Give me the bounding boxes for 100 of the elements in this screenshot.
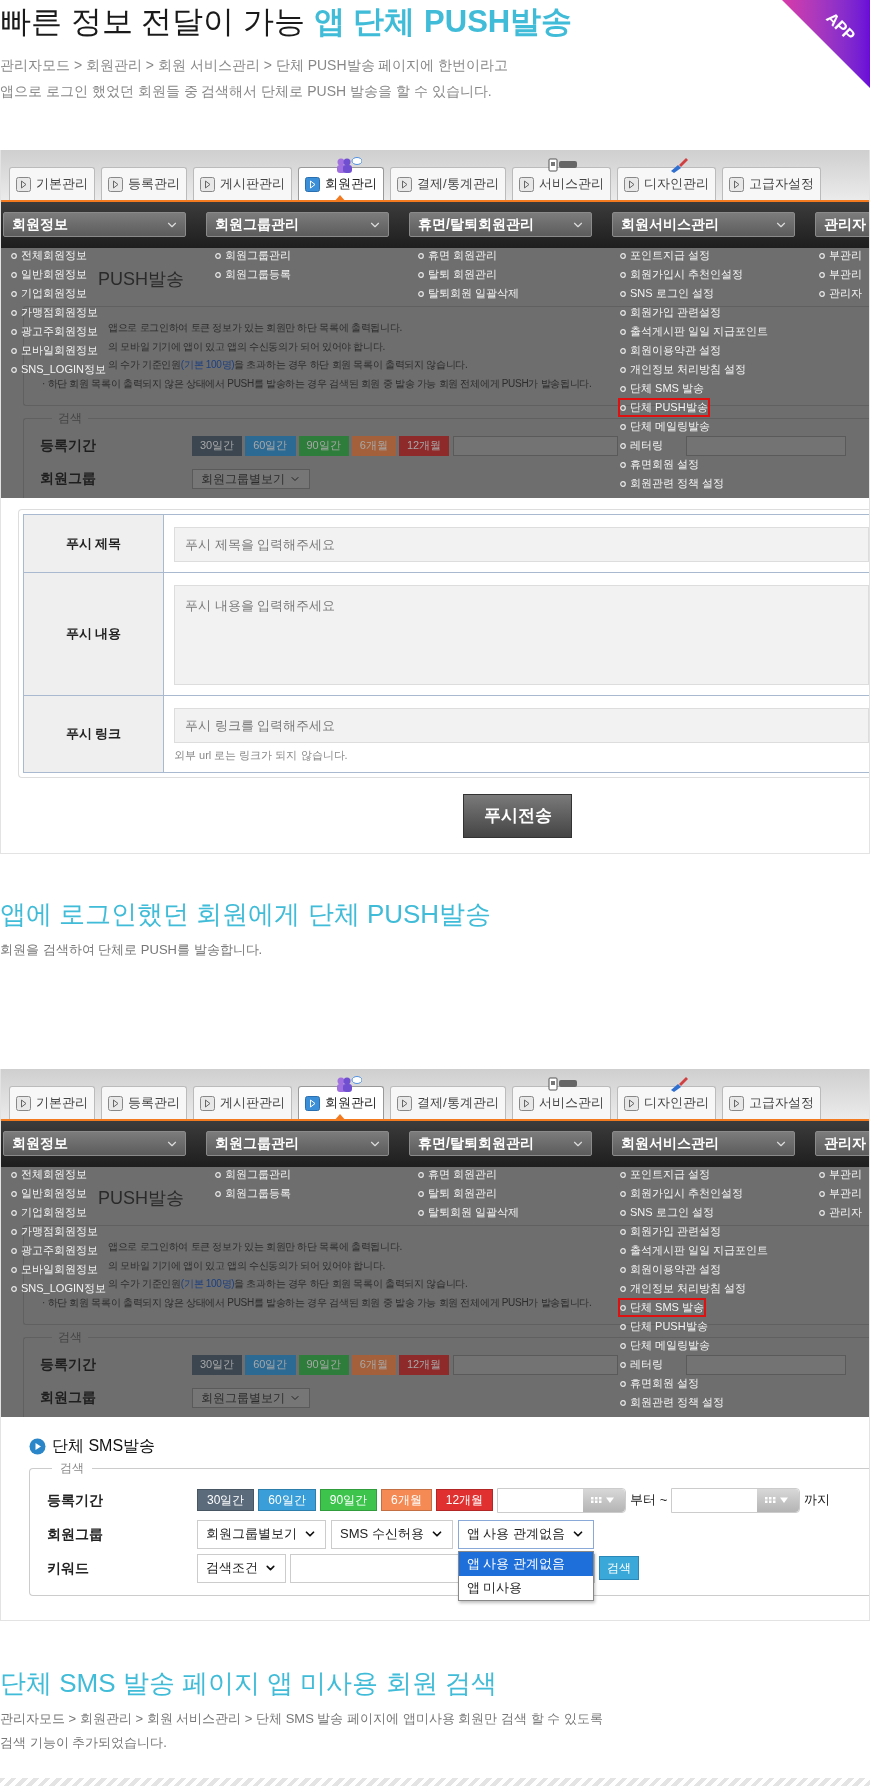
menu-item[interactable]: 기업회원정보	[9, 284, 89, 303]
menu-item[interactable]: 단체 메일링발송	[618, 417, 713, 436]
send-button[interactable]: 푸시전송	[463, 794, 572, 838]
group-select[interactable]: 회원그룹별보기	[192, 1387, 310, 1408]
calendar-button[interactable]	[583, 1488, 626, 1512]
tab[interactable]: 디자인관리	[616, 167, 716, 200]
tab[interactable]: 등록관리	[101, 1086, 187, 1119]
menu-item[interactable]: 회원그룹관리	[213, 246, 293, 265]
menu-item[interactable]: 회원가입 관련설정	[618, 1222, 724, 1241]
menu-item[interactable]: 탈퇴 회원관리	[416, 265, 500, 284]
menu-item[interactable]: 휴면 회원관리	[416, 1165, 500, 1184]
date-field[interactable]	[686, 1354, 847, 1375]
menu-item[interactable]: 회원그룹등록	[213, 265, 293, 284]
menu-item[interactable]: 회원가입시 추천인설정	[618, 1184, 746, 1203]
menu-item[interactable]: 가맹점회원정보	[9, 1222, 100, 1241]
input-field[interactable]: 푸시 제목을 입력해주세요	[174, 527, 869, 562]
period-button[interactable]: 12개월	[398, 435, 450, 456]
menu-item[interactable]: 회원가입시 추천인설정	[618, 265, 746, 284]
menu-item[interactable]: 레터링	[618, 1355, 665, 1374]
group-select[interactable]: 회원그룹별보기	[192, 468, 310, 489]
search-button[interactable]: 검색	[599, 1556, 639, 1580]
tab[interactable]: 회원관리	[298, 1086, 384, 1119]
menu-header[interactable]: 회원그룹관리	[206, 1131, 389, 1156]
tab[interactable]: 회원관리	[298, 167, 384, 200]
menu-item[interactable]: 레터링	[618, 436, 665, 455]
menu-item[interactable]: 회원그룹등록	[213, 1184, 293, 1203]
dropdown-option[interactable]: 앱 미사용	[458, 1575, 594, 1600]
tab[interactable]: 게시판관리	[193, 1086, 292, 1119]
menu-item[interactable]: 포인트지급 설정	[618, 1165, 713, 1184]
period-button[interactable]: 30일간	[192, 1354, 243, 1375]
period-button[interactable]: 60일간	[245, 1354, 296, 1375]
menu-item[interactable]: 부관리	[817, 1165, 864, 1184]
period-button[interactable]: 60일간	[245, 435, 296, 456]
menu-item[interactable]: 휴면회원 설정	[618, 1374, 702, 1393]
menu-item[interactable]: 전체회원정보	[9, 1165, 89, 1184]
menu-header[interactable]: 휴면/탈퇴회원관리	[409, 212, 592, 237]
menu-item[interactable]: 회원관련 정책 설정	[618, 474, 727, 493]
tab[interactable]: 기본관리	[9, 167, 95, 200]
menu-item[interactable]: 관리자	[817, 1203, 864, 1222]
menu-item[interactable]: 단체 PUSH발송	[618, 398, 710, 417]
menu-item[interactable]: 단체 PUSH발송	[618, 1317, 710, 1336]
menu-item[interactable]: 부관리	[817, 1184, 864, 1203]
menu-header[interactable]: 회원정보	[3, 1131, 186, 1156]
menu-item[interactable]: 단체 SMS 발송	[618, 1298, 706, 1317]
menu-item[interactable]: 회원가입 관련설정	[618, 303, 724, 322]
menu-item[interactable]: 회원그룹관리	[213, 1165, 293, 1184]
menu-item[interactable]: 모바일회원정보	[9, 341, 100, 360]
period-button[interactable]: 30일간	[192, 435, 243, 456]
date-field[interactable]	[453, 1354, 619, 1375]
menu-header[interactable]: 회원그룹관리	[206, 212, 389, 237]
date-field[interactable]	[453, 435, 619, 456]
menu-item[interactable]: 일반회원정보	[9, 265, 89, 284]
menu-header[interactable]: 회원정보	[3, 212, 186, 237]
menu-item[interactable]: SNS_LOGIN정보	[9, 360, 108, 379]
tab[interactable]: 등록관리	[101, 167, 187, 200]
menu-item[interactable]: SNS_LOGIN정보	[9, 1279, 108, 1298]
tab[interactable]: 고급자설정	[721, 1086, 821, 1119]
tab[interactable]: 기본관리	[9, 1086, 95, 1119]
menu-item[interactable]: 회원관련 정책 설정	[618, 1393, 727, 1412]
calendar-button[interactable]	[757, 1488, 800, 1512]
period-button[interactable]: 12개월	[435, 1489, 494, 1511]
content-field[interactable]: 푸시 내용을 입력해주세요	[174, 585, 869, 685]
menu-item[interactable]: 광고주회원정보	[9, 1241, 100, 1260]
menu-item[interactable]: 탈퇴회원 일괄삭제	[416, 1203, 522, 1222]
menu-item[interactable]: 전체회원정보	[9, 246, 89, 265]
menu-item[interactable]: 일반회원정보	[9, 1184, 89, 1203]
menu-item[interactable]: 출석게시판 일일 지급포인트	[618, 322, 771, 341]
tab[interactable]: 서비스관리	[511, 1086, 611, 1119]
menu-item[interactable]: 단체 메일링발송	[618, 1336, 713, 1355]
tab[interactable]: 결제/통계관리	[390, 167, 506, 200]
menu-item[interactable]: 부관리	[817, 246, 864, 265]
menu-item[interactable]: 관리자	[817, 284, 864, 303]
select-field[interactable]: 검색조건	[197, 1553, 286, 1583]
menu-header[interactable]: 휴면/탈퇴회원관리	[409, 1131, 592, 1156]
menu-item[interactable]: 회원이용약관 설정	[618, 341, 724, 360]
date-field[interactable]	[686, 435, 847, 456]
menu-item[interactable]: 휴면회원 설정	[618, 455, 702, 474]
tab[interactable]: 서비스관리	[511, 167, 611, 200]
menu-item[interactable]: 광고주회원정보	[9, 322, 100, 341]
menu-item[interactable]: 탈퇴 회원관리	[416, 1184, 500, 1203]
menu-item[interactable]: SNS 로그인 설정	[618, 284, 716, 303]
menu-header[interactable]: 회원서비스관리	[612, 1131, 795, 1156]
input-field[interactable]: 푸시 링크를 입력해주세요	[174, 708, 869, 743]
menu-item[interactable]: 휴면 회원관리	[416, 246, 500, 265]
menu-item[interactable]: 포인트지급 설정	[618, 246, 713, 265]
menu-header[interactable]: 회원서비스관리	[612, 212, 795, 237]
select-field[interactable]: 앱 사용 관계없음	[457, 1519, 595, 1549]
menu-item[interactable]: 단체 SMS 발송	[618, 379, 706, 398]
menu-item[interactable]: SNS 로그인 설정	[618, 1203, 716, 1222]
tab[interactable]: 게시판관리	[193, 167, 292, 200]
menu-item[interactable]: 부관리	[817, 265, 864, 284]
menu-header[interactable]: 관리자	[815, 1131, 869, 1156]
menu-item[interactable]: 모바일회원정보	[9, 1260, 100, 1279]
tab[interactable]: 결제/통계관리	[390, 1086, 506, 1119]
menu-item[interactable]: 가맹점회원정보	[9, 303, 100, 322]
tab[interactable]: 디자인관리	[616, 1086, 716, 1119]
menu-item[interactable]: 개인정보 처리방침 설정	[618, 1279, 749, 1298]
menu-header[interactable]: 관리자	[815, 212, 869, 237]
menu-item[interactable]: 기업회원정보	[9, 1203, 89, 1222]
tab[interactable]: 고급자설정	[721, 167, 821, 200]
